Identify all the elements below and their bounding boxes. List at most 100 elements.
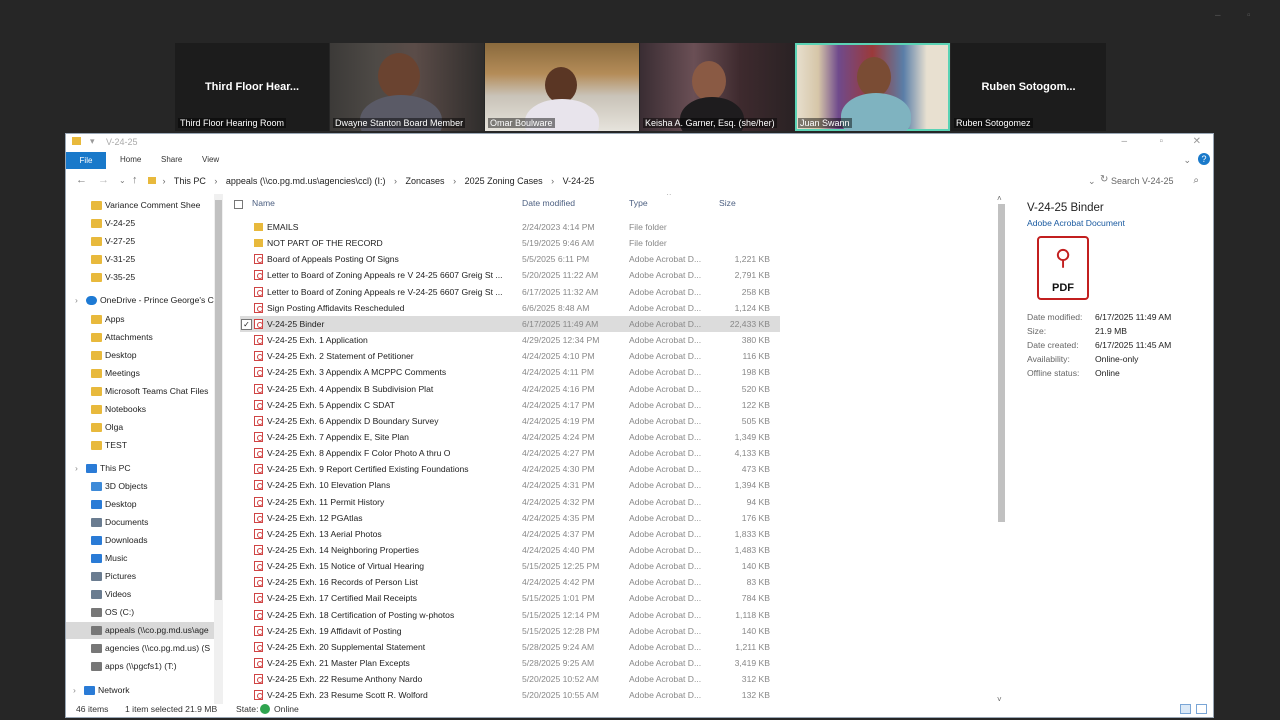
address-dropdown-icon[interactable]: ⌄ bbox=[1088, 176, 1096, 187]
tab-share[interactable]: Share bbox=[157, 154, 186, 165]
column-header-name[interactable]: Name bbox=[252, 198, 275, 208]
ribbon-expand-icon[interactable]: ⌄ bbox=[1183, 155, 1191, 166]
breadcrumb-item[interactable]: Zoncases bbox=[406, 176, 445, 186]
file-row[interactable]: V-24-25 Exh. 11 Permit History 4/24/2025 … bbox=[240, 494, 780, 510]
sidebar-item[interactable]: OneDrive - Prince George's C › bbox=[66, 292, 214, 309]
search-icon[interactable]: ⌕ bbox=[1193, 173, 1199, 189]
maximize-icon[interactable]: ▫ bbox=[1159, 136, 1163, 147]
file-row[interactable]: V-24-25 Exh. 19 Affidavit of Posting 5/15… bbox=[240, 623, 780, 639]
scroll-up-icon[interactable]: ˄ bbox=[997, 194, 1002, 203]
back-icon[interactable]: ← bbox=[76, 174, 87, 186]
file-row[interactable]: V-24-25 Exh. 9 Report Certified Existing… bbox=[240, 461, 780, 477]
sidebar-item[interactable]: Music bbox=[66, 550, 214, 567]
expand-chevron-icon[interactable]: › bbox=[73, 682, 76, 699]
sidebar-item[interactable]: Pictures bbox=[66, 568, 214, 585]
sidebar-item[interactable]: This PC › bbox=[66, 460, 214, 477]
file-row[interactable]: V-24-25 Exh. 3 Appendix A MCPPC Comments… bbox=[240, 364, 780, 380]
sidebar-item[interactable]: Microsoft Teams Chat Files bbox=[66, 383, 214, 400]
file-row[interactable]: NOT PART OF THE RECORD 5/19/2025 9:46 AM F… bbox=[240, 235, 780, 251]
up-icon[interactable]: ↑ bbox=[132, 174, 138, 186]
participant-tile-active[interactable]: Juan Swann bbox=[795, 43, 950, 131]
participant-tile[interactable]: Dwayne Stanton Board Member bbox=[330, 43, 484, 131]
sidebar-item[interactable]: Downloads bbox=[66, 532, 214, 549]
breadcrumb-item[interactable]: V-24-25 bbox=[563, 176, 595, 186]
list-scrollbar[interactable]: ˄ ˅ bbox=[996, 194, 1007, 704]
file-row[interactable]: V-24-25 Exh. 23 Resume Scott R. Wolford 5… bbox=[240, 687, 780, 703]
file-row[interactable]: V-24-25 Exh. 8 Appendix F Color Photo A … bbox=[240, 445, 780, 461]
minimize-icon[interactable]: – bbox=[1121, 136, 1127, 147]
meeting-minimize-icon[interactable]: – bbox=[1215, 10, 1225, 21]
nav-scrollbar-thumb[interactable] bbox=[215, 200, 222, 600]
tab-home[interactable]: Home bbox=[116, 154, 145, 165]
row-checkbox[interactable]: ✓ bbox=[241, 318, 252, 330]
sidebar-item[interactable]: apps (\\pgcfs1) (T:) bbox=[66, 658, 214, 675]
participant-tile[interactable]: Omar Boulware bbox=[485, 43, 639, 131]
file-row[interactable]: V-24-25 Exh. 4 Appendix B Subdivision Pl… bbox=[240, 381, 780, 397]
file-row[interactable]: V-24-25 Exh. 10 Elevation Plans 4/24/2025… bbox=[240, 477, 780, 493]
sidebar-item[interactable]: Network › bbox=[66, 682, 214, 699]
sidebar-item[interactable]: OS (C:) bbox=[66, 604, 214, 621]
details-view-icon[interactable] bbox=[1180, 704, 1191, 714]
file-row[interactable]: V-24-25 Exh. 22 Resume Anthony Nardo 5/20… bbox=[240, 671, 780, 687]
tab-view[interactable]: View bbox=[198, 154, 223, 165]
file-row[interactable]: V-24-25 Exh. 15 Notice of Virtual Hearin… bbox=[240, 558, 780, 574]
sidebar-item[interactable]: appeals (\\co.pg.md.us\age bbox=[66, 622, 214, 639]
file-row[interactable]: Board of Appeals Posting Of Signs 5/5/202… bbox=[240, 251, 780, 267]
participant-tile[interactable]: Third Floor Hear... Third Floor Hearing … bbox=[175, 43, 329, 131]
file-row[interactable]: Letter to Board of Zoning Appeals re V 2… bbox=[240, 267, 780, 283]
participant-tile[interactable]: Ruben Sotogom... Ruben Sotogomez bbox=[951, 43, 1106, 131]
sidebar-item[interactable]: V-24-25 bbox=[66, 215, 214, 232]
breadcrumb[interactable]: › This PC › appeals (\\co.pg.md.us\agenc… bbox=[148, 173, 1098, 189]
file-row[interactable]: V-24-25 Exh. 6 Appendix D Boundary Surve… bbox=[240, 413, 780, 429]
search-input[interactable]: Search V-24-25 ⌕ bbox=[1107, 173, 1199, 189]
column-header-type[interactable]: Type bbox=[629, 198, 648, 208]
column-header-size[interactable]: Size bbox=[719, 198, 736, 208]
sidebar-item[interactable]: TEST bbox=[66, 437, 214, 454]
participant-tile[interactable]: Keisha A. Garner, Esq. (she/her) bbox=[640, 43, 794, 131]
sidebar-item[interactable]: Videos bbox=[66, 586, 214, 603]
file-row[interactable]: Sign Posting Affidavits Rescheduled 6/6/2… bbox=[240, 300, 780, 316]
file-row[interactable]: EMAILS 2/24/2023 4:14 PM File folder bbox=[240, 219, 780, 235]
large-icons-view-icon[interactable] bbox=[1196, 704, 1207, 714]
recent-locations-icon[interactable]: ⌄ bbox=[119, 176, 126, 185]
sidebar-item[interactable]: 3D Objects bbox=[66, 478, 214, 495]
sidebar-item[interactable]: Olga bbox=[66, 419, 214, 436]
forward-icon[interactable]: → bbox=[98, 174, 109, 186]
sidebar-item[interactable]: Desktop bbox=[66, 496, 214, 513]
breadcrumb-item[interactable]: appeals (\\co.pg.md.us\agencies\ccl) (I:… bbox=[226, 176, 386, 186]
file-row[interactable]: V-24-25 Exh. 7 Appendix E, Site Plan 4/24… bbox=[240, 429, 780, 445]
file-row[interactable]: V-24-25 Exh. 17 Certified Mail Receipts 5… bbox=[240, 590, 780, 606]
sidebar-item[interactable]: Documents bbox=[66, 514, 214, 531]
sidebar-item[interactable]: Desktop bbox=[66, 347, 214, 364]
file-row[interactable]: V-24-25 Exh. 18 Certification of Posting… bbox=[240, 607, 780, 623]
file-row[interactable]: V-24-25 Exh. 13 Aerial Photos 4/24/2025 4… bbox=[240, 526, 780, 542]
expand-chevron-icon[interactable]: › bbox=[75, 292, 78, 309]
select-all-checkbox[interactable] bbox=[234, 200, 243, 209]
breadcrumb-item[interactable]: This PC bbox=[174, 176, 206, 186]
file-row[interactable]: Letter to Board of Zoning Appeals re V-2… bbox=[240, 284, 780, 300]
file-row[interactable]: V-24-25 Exh. 2 Statement of Petitioner 4/… bbox=[240, 348, 780, 364]
help-icon[interactable]: ? bbox=[1198, 153, 1210, 165]
file-row[interactable]: V-24-25 Exh. 16 Records of Person List 4/… bbox=[240, 574, 780, 590]
file-row[interactable]: V-24-25 Exh. 21 Master Plan Excepts 5/28/… bbox=[240, 655, 780, 671]
sidebar-item[interactable]: agencies (\\co.pg.md.us) (S bbox=[66, 640, 214, 657]
meeting-restore-icon[interactable]: ▫ bbox=[1247, 10, 1257, 21]
file-row[interactable]: V-24-25 Exh. 20 Supplemental Statement 5/… bbox=[240, 639, 780, 655]
sidebar-item[interactable]: V-35-25 bbox=[66, 269, 214, 286]
sidebar-item[interactable]: Meetings bbox=[66, 365, 214, 382]
sidebar-item[interactable]: Notebooks bbox=[66, 401, 214, 418]
file-row[interactable]: V-24-25 Exh. 14 Neighboring Properties 4/… bbox=[240, 542, 780, 558]
quick-access-toolbar-icon[interactable]: ▾ bbox=[90, 136, 95, 147]
sidebar-item[interactable]: Attachments bbox=[66, 329, 214, 346]
file-row[interactable]: V-24-25 Exh. 5 Appendix C SDAT 4/24/2025 … bbox=[240, 397, 780, 413]
tab-file[interactable]: File bbox=[66, 152, 106, 169]
file-row[interactable]: V-24-25 Exh. 1 Application 4/29/2025 12:3… bbox=[240, 332, 780, 348]
column-header-date[interactable]: Date modified bbox=[522, 198, 575, 208]
nav-scrollbar[interactable] bbox=[214, 194, 223, 704]
list-scrollbar-thumb[interactable] bbox=[998, 204, 1005, 522]
sidebar-item[interactable]: V-31-25 bbox=[66, 251, 214, 268]
sidebar-item[interactable]: V-27-25 bbox=[66, 233, 214, 250]
expand-chevron-icon[interactable]: › bbox=[75, 460, 78, 477]
breadcrumb-item[interactable]: 2025 Zoning Cases bbox=[465, 176, 543, 186]
sidebar-item[interactable]: Apps bbox=[66, 311, 214, 328]
